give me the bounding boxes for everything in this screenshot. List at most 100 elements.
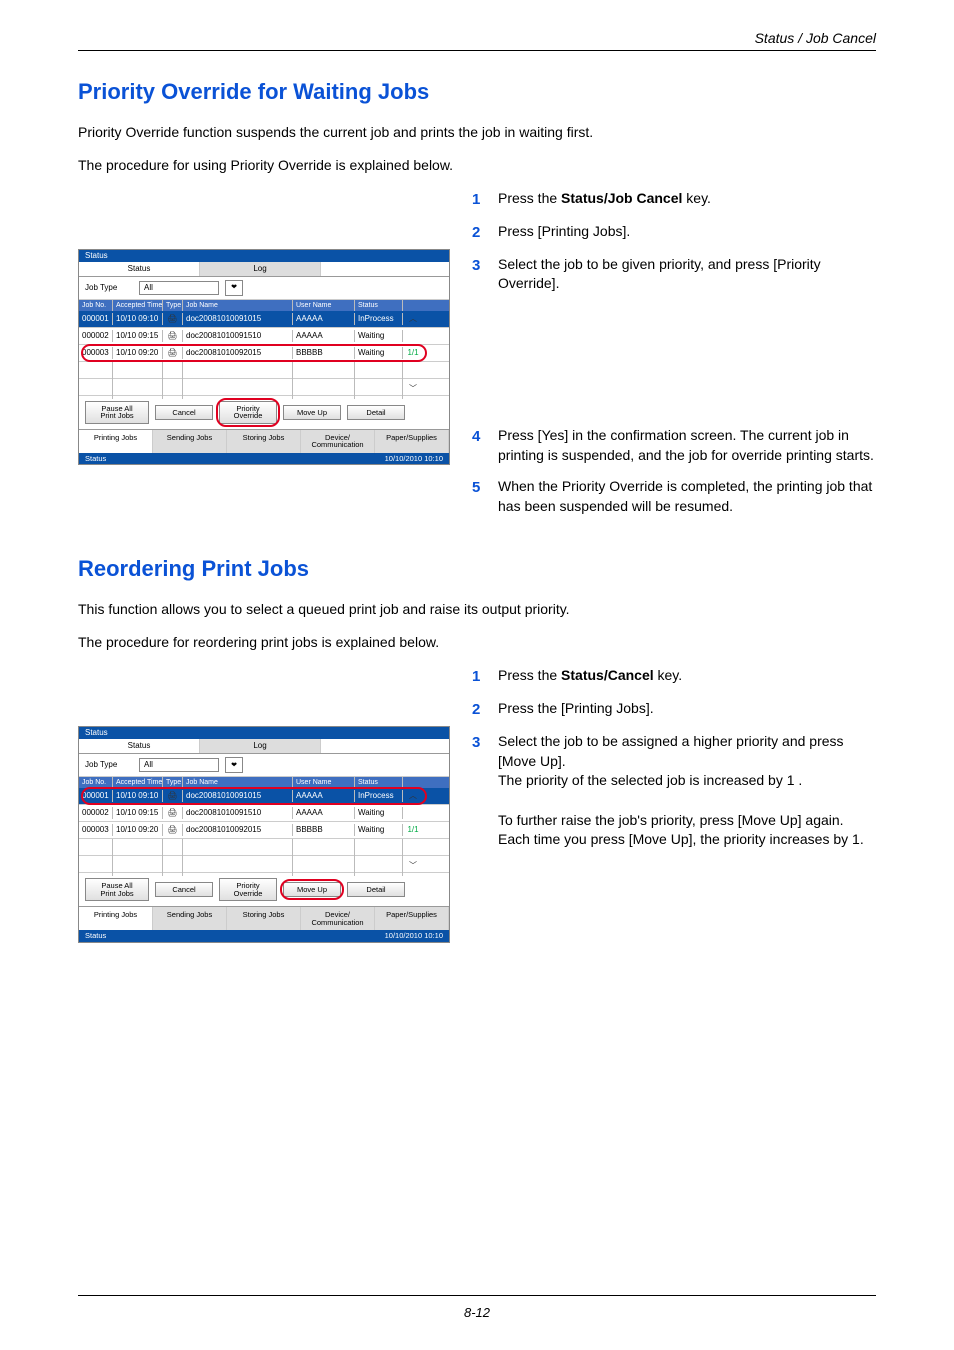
step-number: 3 bbox=[472, 732, 498, 753]
bottom-tab-device[interactable]: Device/ Communication bbox=[301, 907, 375, 930]
jobtype-select[interactable]: All bbox=[139, 281, 219, 295]
priority-override-button[interactable]: Priority Override bbox=[219, 878, 277, 901]
cell-user: AAAAA bbox=[293, 313, 355, 325]
step-number: 2 bbox=[472, 699, 498, 720]
tab-status[interactable]: Status bbox=[79, 739, 200, 753]
bottom-tab-paper[interactable]: Paper/Supplies bbox=[375, 907, 449, 930]
table-row-empty: ﹀ bbox=[79, 379, 449, 396]
move-up-button[interactable]: Move Up bbox=[283, 882, 341, 898]
col-time: Accepted Time bbox=[113, 300, 163, 311]
bottom-tab-device[interactable]: Device/ Communication bbox=[301, 430, 375, 453]
cancel-button[interactable]: Cancel bbox=[155, 882, 213, 898]
cell-user: AAAAA bbox=[293, 330, 355, 342]
cell-status: InProcess bbox=[355, 790, 403, 802]
cell-jobno: 000001 bbox=[79, 790, 113, 802]
statusbar-right: 10/10/2010 10:10 bbox=[385, 932, 443, 940]
table-row[interactable]: 000002 10/10 09:15 🖨 doc20081010091510 A… bbox=[79, 805, 449, 822]
print-icon: 🖨 bbox=[163, 824, 183, 836]
table-row-empty bbox=[79, 839, 449, 856]
section1-para2: The procedure for using Priority Overrid… bbox=[78, 156, 876, 175]
col-user: User Name bbox=[293, 300, 355, 311]
cell-name: doc20081010091015 bbox=[183, 313, 293, 325]
col-name: Job Name bbox=[183, 777, 293, 788]
print-icon: 🖨 bbox=[163, 313, 183, 325]
bottom-tab-paper[interactable]: Paper/Supplies bbox=[375, 430, 449, 453]
step-number: 4 bbox=[472, 426, 498, 447]
pause-all-button[interactable]: Pause All Print Jobs bbox=[85, 401, 149, 424]
col-status: Status bbox=[355, 777, 403, 788]
panel-titlebar: Status bbox=[79, 250, 449, 262]
step-number: 1 bbox=[472, 666, 498, 687]
step-text: Press the Status/Cancel key. bbox=[498, 666, 876, 686]
bottom-tab-storing[interactable]: Storing Jobs bbox=[227, 430, 301, 453]
tab-status[interactable]: Status bbox=[79, 262, 200, 276]
tab-log[interactable]: Log bbox=[200, 262, 321, 276]
bottom-tab-sending[interactable]: Sending Jobs bbox=[153, 907, 227, 930]
col-type: Type bbox=[163, 777, 183, 788]
pause-all-button[interactable]: Pause All Print Jobs bbox=[85, 878, 149, 901]
step-text: Select the job to be assigned a higher p… bbox=[498, 732, 876, 850]
cell-time: 10/10 09:20 bbox=[113, 824, 163, 836]
cell-jobno: 000002 bbox=[79, 807, 113, 819]
step-text: Select the job to be given priority, and… bbox=[498, 255, 876, 294]
cell-user: AAAAA bbox=[293, 790, 355, 802]
jobtype-label: Job Type bbox=[85, 284, 133, 292]
section1-para1: Priority Override function suspends the … bbox=[78, 123, 876, 142]
cell-name: doc20081010092015 bbox=[183, 824, 293, 836]
jobtype-dropdown-icon[interactable]: ❤ bbox=[225, 757, 243, 773]
detail-button[interactable]: Detail bbox=[347, 405, 405, 421]
section2-para2: The procedure for reordering print jobs … bbox=[78, 633, 876, 652]
cell-user: BBBBB bbox=[293, 347, 355, 359]
step-number: 5 bbox=[472, 477, 498, 498]
col-user: User Name bbox=[293, 777, 355, 788]
table-row-empty: ﹀ bbox=[79, 856, 449, 873]
cell-status: Waiting bbox=[355, 824, 403, 836]
scroll-up-icon[interactable]: ︿ bbox=[403, 790, 423, 802]
step-text: When the Priority Override is completed,… bbox=[498, 477, 876, 516]
page-number: 8-12 bbox=[0, 1305, 954, 1320]
table-row[interactable]: 000001 10/10 09:10 🖨 doc20081010091015 A… bbox=[79, 788, 449, 805]
table-row[interactable]: 000001 10/10 09:10 🖨 doc20081010091015 A… bbox=[79, 311, 449, 328]
section1-title: Priority Override for Waiting Jobs bbox=[78, 79, 876, 105]
cell-jobno: 000002 bbox=[79, 330, 113, 342]
table-row[interactable]: 000003 10/10 09:20 🖨 doc20081010092015 B… bbox=[79, 345, 449, 362]
cell-name: doc20081010091510 bbox=[183, 807, 293, 819]
table-row[interactable]: 000002 10/10 09:15 🖨 doc20081010091510 A… bbox=[79, 328, 449, 345]
detail-button[interactable]: Detail bbox=[347, 882, 405, 898]
print-icon: 🖨 bbox=[163, 347, 183, 359]
bottom-tab-printing[interactable]: Printing Jobs bbox=[79, 430, 153, 453]
cell-time: 10/10 09:15 bbox=[113, 330, 163, 342]
pager-text: 1/1 bbox=[403, 347, 423, 359]
step-text: Press [Printing Jobs]. bbox=[498, 222, 876, 242]
cell-jobno: 000003 bbox=[79, 347, 113, 359]
scroll-up-icon[interactable]: ︿ bbox=[403, 313, 423, 325]
cancel-button[interactable]: Cancel bbox=[155, 405, 213, 421]
statusbar-right: 10/10/2010 10:10 bbox=[385, 455, 443, 463]
move-up-button[interactable]: Move Up bbox=[283, 405, 341, 421]
print-icon: 🖨 bbox=[163, 807, 183, 819]
cell-name: doc20081010092015 bbox=[183, 347, 293, 359]
table-row[interactable]: 000003 10/10 09:20 🖨 doc20081010092015 B… bbox=[79, 822, 449, 839]
tab-log[interactable]: Log bbox=[200, 739, 321, 753]
table-header: Job No. Accepted Time Type Job Name User… bbox=[79, 777, 449, 788]
jobtype-select[interactable]: All bbox=[139, 758, 219, 772]
col-type: Type bbox=[163, 300, 183, 311]
bottom-tab-printing[interactable]: Printing Jobs bbox=[79, 907, 153, 930]
print-icon: 🖨 bbox=[163, 330, 183, 342]
bottom-tab-storing[interactable]: Storing Jobs bbox=[227, 907, 301, 930]
jobtype-label: Job Type bbox=[85, 761, 133, 769]
step-number: 1 bbox=[472, 189, 498, 210]
cell-status: Waiting bbox=[355, 347, 403, 359]
bottom-tab-sending[interactable]: Sending Jobs bbox=[153, 430, 227, 453]
col-jobno: Job No. bbox=[79, 777, 113, 788]
jobtype-dropdown-icon[interactable]: ❤ bbox=[225, 280, 243, 296]
cell-time: 10/10 09:20 bbox=[113, 347, 163, 359]
panel-titlebar: Status bbox=[79, 727, 449, 739]
cell-status: Waiting bbox=[355, 807, 403, 819]
status-panel-2: Status Status Log Job Type All ❤ Job No.… bbox=[78, 726, 450, 943]
table-header: Job No. Accepted Time Type Job Name User… bbox=[79, 300, 449, 311]
status-panel-1: Status Status Log Job Type All ❤ Job No.… bbox=[78, 249, 450, 466]
cell-user: BBBBB bbox=[293, 824, 355, 836]
priority-override-button[interactable]: Priority Override bbox=[219, 401, 277, 424]
step-number: 3 bbox=[472, 255, 498, 276]
